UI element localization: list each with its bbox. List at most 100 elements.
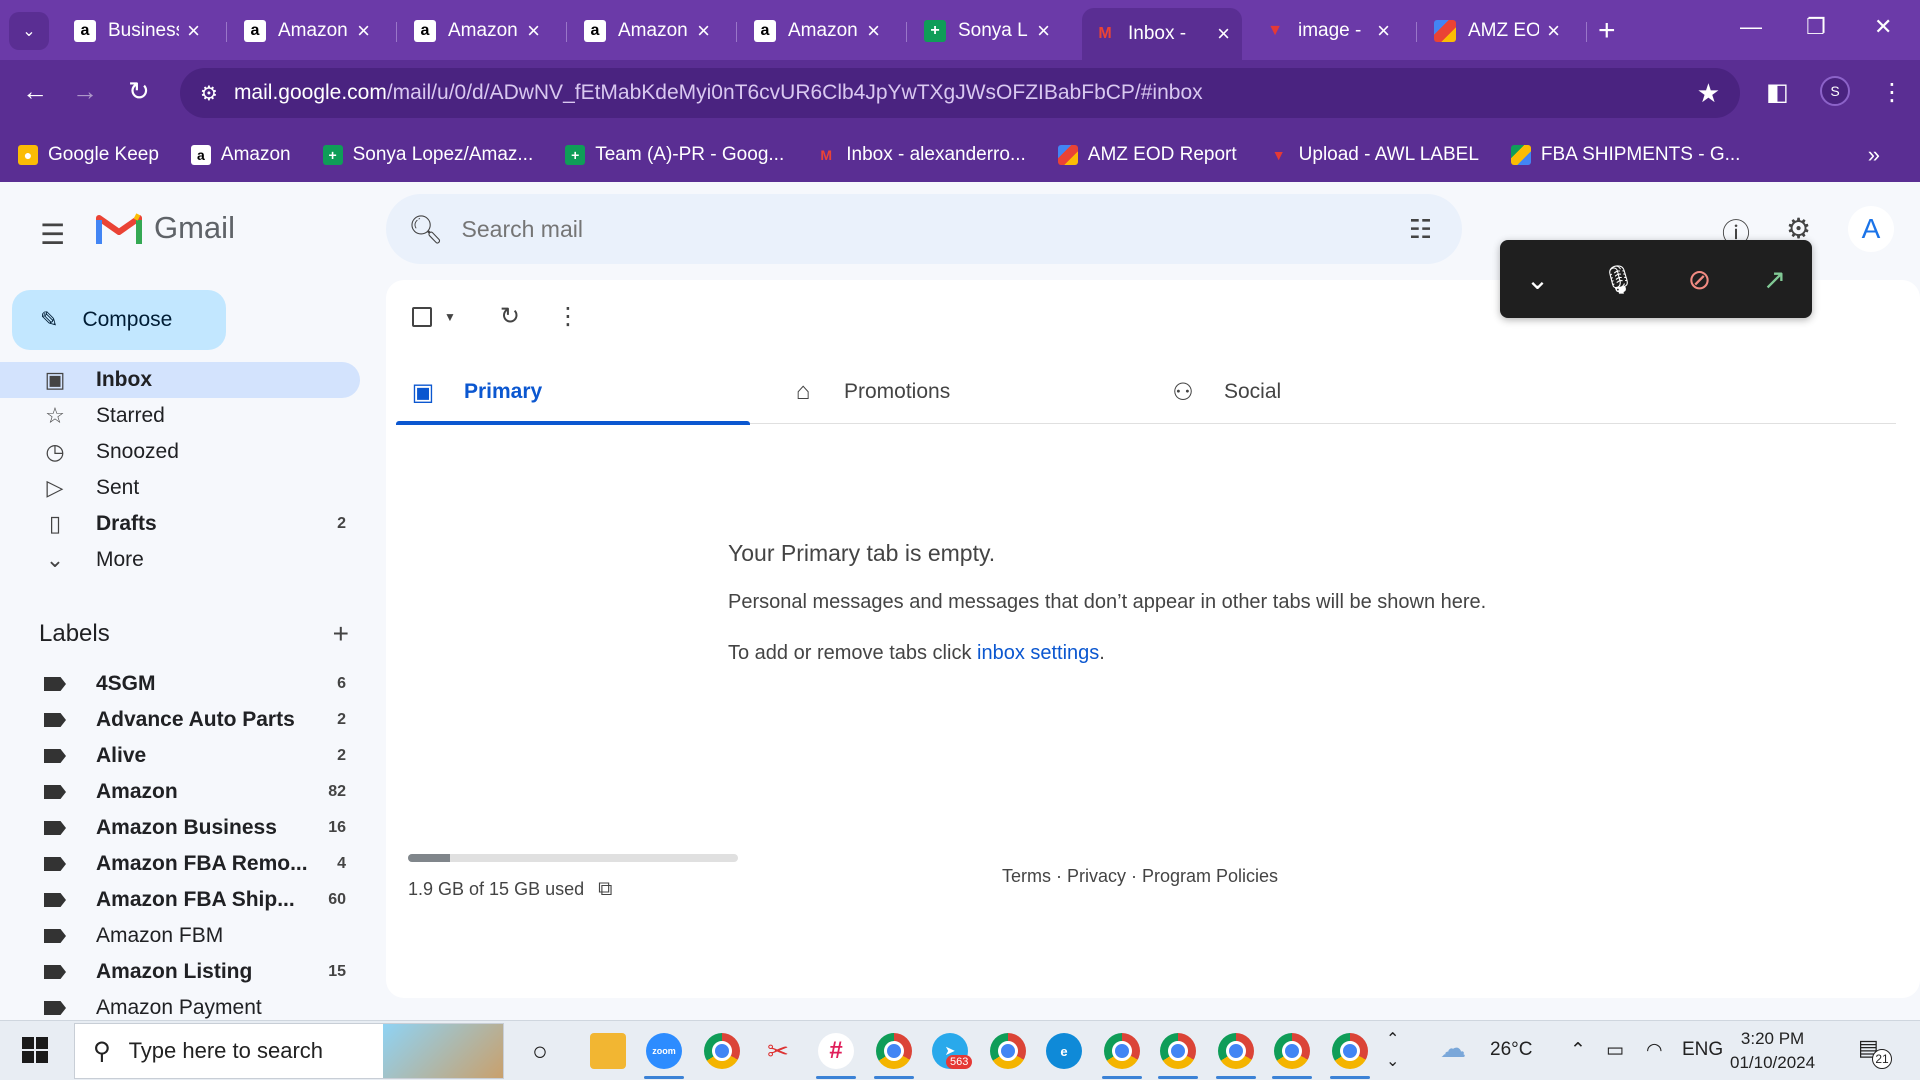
omnibox[interactable]: ⚙ mail.google.com/mail/u/0/d/ADwNV_fEtMa… [180,68,1740,118]
site-info-icon[interactable]: ⚙ [200,81,218,106]
close-icon[interactable]: × [357,18,370,44]
close-icon[interactable]: × [1547,18,1560,44]
privacy-link[interactable]: Privacy [1067,866,1126,886]
bookmark-item[interactable]: + Sonya Lopez/Amaz... [322,144,533,166]
more-vert-icon[interactable]: ⋮ [556,302,580,331]
sidebar-item-starred[interactable]: ☆ Starred [0,398,360,434]
restore-button[interactable]: ❐ [1806,14,1826,40]
select-all-checkbox[interactable] [412,306,432,327]
chrome-icon[interactable] [1218,1033,1254,1069]
search-options-icon[interactable]: ☷ [1409,214,1432,245]
tab-search-button[interactable]: ⌄ [9,12,49,50]
sidebar-item-sent[interactable]: ▷ Sent [0,470,360,506]
search-input[interactable] [461,215,1409,243]
close-icon[interactable]: × [1037,18,1050,44]
bookmark-item[interactable]: a Amazon [190,144,291,166]
tray-overflow-icon[interactable]: ⌃ [1570,1039,1586,1062]
sidebar-item-more[interactable]: ⌄ More [0,542,360,578]
taskbar-scroll-arrows-icon[interactable]: ⌃ ⌄ [1386,1029,1399,1073]
bookmark-item[interactable]: FBA SHIPMENTS - G... [1510,144,1740,166]
camera-off-icon[interactable]: ⊘ [1688,263,1711,296]
compose-button[interactable]: ✎ Compose [12,290,226,350]
label-item[interactable]: Amazon Listing 15 [0,954,360,990]
chrome-icon[interactable] [1160,1033,1196,1069]
close-icon[interactable]: × [1377,18,1390,44]
snipping-tool-icon[interactable]: ✂ [760,1033,796,1069]
weather-temperature[interactable]: 26°C [1490,1039,1532,1061]
main-menu-icon[interactable]: ☰ [40,218,65,251]
label-item[interactable]: Amazon FBA Remo... 4 [0,846,360,882]
chrome-icon[interactable] [1104,1033,1140,1069]
file-explorer-icon[interactable] [590,1033,626,1069]
zoom-icon[interactable]: zoom [646,1033,682,1069]
new-tab-button[interactable]: + [1598,14,1616,48]
browser-tab[interactable]: AMZ EO × [1422,10,1572,52]
bookmark-item[interactable]: ▼ Upload - AWL LABEL [1269,144,1479,166]
label-item[interactable]: Amazon Business 16 [0,810,360,846]
wifi-icon[interactable]: ◠ [1646,1039,1663,1062]
window-close-button[interactable]: ✕ [1874,14,1892,40]
browser-tab[interactable]: + Sonya L × [912,10,1062,52]
sidebar-item-snoozed[interactable]: ◷ Snoozed [0,434,360,470]
label-item[interactable]: Amazon FBM [0,918,360,954]
taskbar-search[interactable]: ⚲ Type here to search [74,1023,504,1079]
refresh-icon[interactable]: ↻ [500,302,520,331]
close-icon[interactable]: × [697,18,710,44]
tab-promotions[interactable]: ⌂ Promotions [776,360,1156,424]
browser-tab[interactable]: a Business × [62,10,212,52]
label-item[interactable]: Alive 2 [0,738,360,774]
chrome-icon[interactable] [1274,1033,1310,1069]
reload-button[interactable]: ↻ [128,76,150,107]
browser-tab[interactable]: a Amazon × [232,10,382,52]
tab-primary[interactable]: ▣ Primary [396,360,776,425]
add-label-icon[interactable]: + [333,618,349,650]
slack-icon[interactable]: # [818,1033,854,1069]
microphone-icon[interactable]: 🎙︎ [1601,263,1637,296]
close-icon[interactable]: × [1217,21,1230,47]
notification-center-icon[interactable]: ▤ 21 [1858,1035,1892,1069]
language-indicator[interactable]: ENG [1682,1039,1723,1061]
browser-profile-avatar[interactable]: S [1820,76,1850,106]
minimize-button[interactable]: — [1740,14,1762,40]
back-button[interactable]: ← [22,76,48,107]
bookmark-item[interactable]: M Inbox - alexanderro... [816,144,1025,166]
bookmark-star-icon[interactable]: ★ [1697,78,1720,109]
label-item[interactable]: Advance Auto Parts 2 [0,702,360,738]
label-item[interactable]: 4SGM 6 [0,666,360,702]
collapse-chevron-icon[interactable]: ⌄ [1526,263,1549,296]
battery-icon[interactable]: ▭ [1606,1039,1624,1062]
bookmark-item[interactable]: ● Google Keep [18,144,159,166]
side-panel-icon[interactable]: ◧ [1766,78,1789,107]
sidebar-item-drafts[interactable]: ▯ Drafts 2 [0,506,360,542]
external-link-icon[interactable]: ⧉ [598,878,612,901]
browser-menu-icon[interactable]: ⋮ [1880,78,1904,107]
browser-tab-active[interactable]: M Inbox - × [1082,8,1242,60]
chrome-icon[interactable] [990,1033,1026,1069]
edge-icon[interactable]: e [1046,1033,1082,1069]
label-item[interactable]: Amazon 82 [0,774,360,810]
browser-tab[interactable]: a Amazon × [572,10,722,52]
label-item[interactable]: Amazon FBA Ship... 60 [0,882,360,918]
open-in-new-icon[interactable]: ↗ [1763,263,1786,296]
sidebar-item-inbox[interactable]: ▣ Inbox [0,362,360,398]
search-icon[interactable]: 🔍︎ [408,213,444,246]
terms-link[interactable]: Terms [1002,866,1051,886]
chrome-icon[interactable] [704,1033,740,1069]
close-icon[interactable]: × [187,18,200,44]
account-avatar[interactable]: A [1848,206,1894,252]
taskbar-clock[interactable]: 3:20 PM 01/10/2024 [1730,1027,1815,1075]
browser-tab[interactable]: a Amazon × [402,10,552,52]
cortana-icon[interactable]: ○ [522,1033,558,1069]
close-icon[interactable]: × [527,18,540,44]
bookmark-item[interactable]: + Team (A)-PR - Goog... [565,144,784,166]
caret-down-icon[interactable]: ▼ [444,310,456,324]
gmail-logo[interactable]: Gmail [96,210,235,246]
browser-tab[interactable]: a Amazon × [742,10,892,52]
browser-tab[interactable]: ▼ image - × [1252,10,1402,52]
bookmark-item[interactable]: AMZ EOD Report [1057,144,1237,166]
weather-cloud-icon[interactable]: ☁ [1440,1033,1466,1064]
chrome-icon[interactable] [876,1033,912,1069]
bookmarks-overflow-icon[interactable]: » [1868,142,1880,168]
tab-social[interactable]: ⚇ Social [1156,360,1536,424]
inbox-settings-link[interactable]: inbox settings [977,642,1099,664]
